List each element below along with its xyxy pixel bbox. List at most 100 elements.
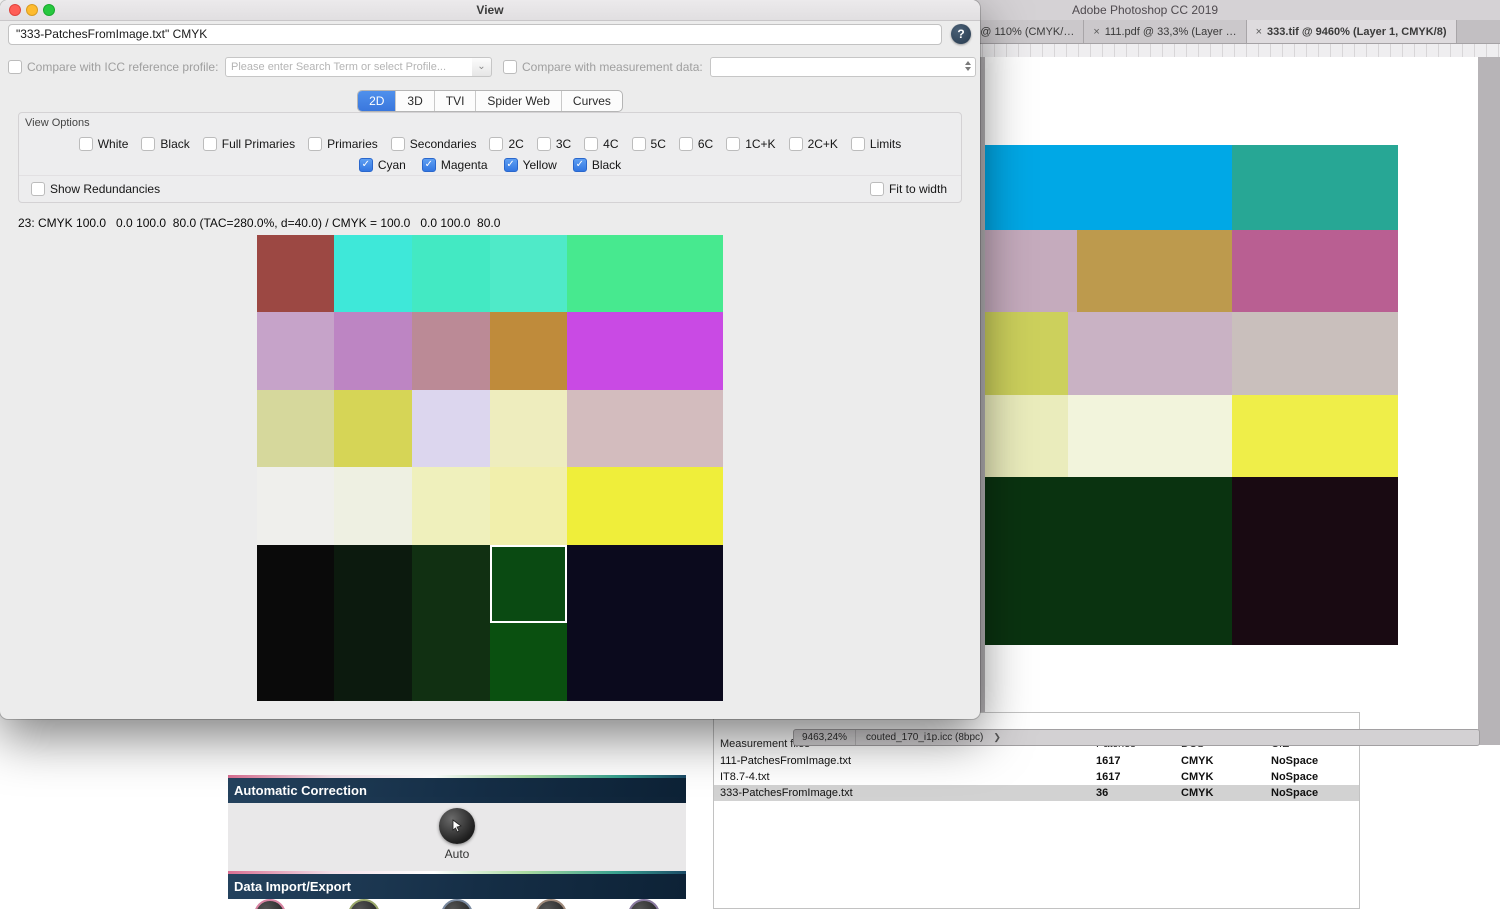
document-tab[interactable]: × 111.pdf @ 33,3% (Layer … <box>1084 20 1247 43</box>
close-button[interactable] <box>9 4 21 16</box>
profile-search-input[interactable]: Please enter Search Term or select Profi… <box>225 57 473 77</box>
checkbox-black[interactable]: Black <box>141 136 190 152</box>
color-patch[interactable] <box>412 467 490 545</box>
color-patch[interactable] <box>334 390 412 467</box>
mode-tab-spider-web[interactable]: Spider Web <box>476 91 562 111</box>
color-patch[interactable] <box>490 545 567 623</box>
checkbox-box-icon[interactable] <box>308 137 323 151</box>
measurement-file-row[interactable]: IT8.7-4.txt 1617 CMYK NoSpace <box>714 769 1359 785</box>
checkbox-box-icon[interactable] <box>489 137 504 151</box>
measurement-data-dropdown[interactable] <box>710 57 976 77</box>
color-patch[interactable] <box>412 623 490 701</box>
checkbox-box-icon[interactable] <box>850 137 865 151</box>
tab-close-icon[interactable]: × <box>1256 26 1262 38</box>
checkbox-1c-k[interactable]: 1C+K <box>726 136 776 152</box>
import-export-tool-icon[interactable] <box>534 899 567 909</box>
color-patch[interactable] <box>567 623 723 701</box>
checkbox-box-icon[interactable] <box>869 182 884 196</box>
checkbox-box-icon[interactable] <box>503 60 517 74</box>
color-patch[interactable] <box>257 312 334 390</box>
color-patch[interactable] <box>412 312 490 390</box>
checkbox-box-icon[interactable] <box>536 137 551 151</box>
checkbox-box-icon[interactable] <box>726 137 741 151</box>
checkbox-yellow[interactable]: ✓ Yellow <box>503 157 557 173</box>
color-patch[interactable] <box>412 235 490 312</box>
checkbox-box-icon[interactable] <box>788 137 803 151</box>
color-patch[interactable] <box>412 545 490 623</box>
checkbox-cyan[interactable]: ✓ Cyan <box>358 157 406 173</box>
color-patch[interactable] <box>490 467 567 545</box>
mode-tab-curves[interactable]: Curves <box>562 91 622 111</box>
checkbox-full-primaries[interactable]: Full Primaries <box>202 136 295 152</box>
color-patch[interactable] <box>257 235 334 312</box>
zoom-window-button[interactable] <box>43 4 55 16</box>
checkbox-limits[interactable]: Limits <box>850 136 901 152</box>
checkbox-white[interactable]: White <box>78 136 128 152</box>
icc-profile-checkbox[interactable]: Compare with ICC reference profile: <box>8 59 218 75</box>
checkbox-box-icon[interactable]: ✓ <box>358 158 373 172</box>
color-patch[interactable] <box>567 467 723 545</box>
show-redundancies-checkbox[interactable]: Show Redundancies <box>31 181 160 197</box>
mode-tab-3d[interactable]: 3D <box>396 91 435 111</box>
checkbox-magenta[interactable]: ✓ Magenta <box>421 157 488 173</box>
section-header-automatic-correction[interactable]: Automatic Correction <box>228 775 686 803</box>
checkbox-box-icon[interactable] <box>78 137 93 151</box>
color-patch[interactable] <box>490 312 567 390</box>
color-patch[interactable] <box>257 545 334 623</box>
document-tab[interactable]: × 333.tif @ 9460% (Layer 1, CMYK/8) <box>1246 20 1457 43</box>
checkbox-box-icon[interactable] <box>631 137 646 151</box>
checkbox-5c[interactable]: 5C <box>631 136 666 152</box>
chevron-right-icon[interactable]: ❯ <box>993 732 1001 743</box>
color-patch[interactable] <box>334 235 412 312</box>
tab-close-icon[interactable]: × <box>1093 26 1099 38</box>
auto-button[interactable] <box>439 808 475 844</box>
checkbox-black[interactable]: ✓ Black <box>572 157 621 173</box>
checkbox-secondaries[interactable]: Secondaries <box>390 136 476 152</box>
mode-tab-2d[interactable]: 2D <box>358 91 397 111</box>
checkbox-box-icon[interactable] <box>678 137 693 151</box>
checkbox-6c[interactable]: 6C <box>678 136 713 152</box>
fit-to-width-checkbox[interactable]: Fit to width <box>869 181 947 197</box>
checkbox-4c[interactable]: 4C <box>584 136 619 152</box>
color-patch[interactable] <box>334 545 412 623</box>
import-export-tool-icon[interactable] <box>441 899 473 909</box>
checkbox-2c-k[interactable]: 2C+K <box>788 136 838 152</box>
checkbox-box-icon[interactable] <box>584 137 599 151</box>
minimize-button[interactable] <box>26 4 38 16</box>
color-patch[interactable] <box>257 467 334 545</box>
import-export-tool-icon[interactable] <box>628 899 660 909</box>
color-patch[interactable] <box>567 545 723 623</box>
measurement-data-checkbox[interactable]: Compare with measurement data: <box>503 59 703 75</box>
color-patch[interactable] <box>334 467 412 545</box>
profile-dropdown-button[interactable]: ⌄ <box>472 57 492 77</box>
color-patch[interactable] <box>567 312 723 390</box>
checkbox-box-icon[interactable]: ✓ <box>572 158 587 172</box>
import-export-tool-icon[interactable] <box>254 899 286 909</box>
color-patch[interactable] <box>490 235 567 312</box>
checkbox-3c[interactable]: 3C <box>536 136 571 152</box>
section-header-data-import-export[interactable]: Data Import/Export <box>228 871 686 899</box>
color-patch[interactable] <box>334 312 412 390</box>
zoom-level-field[interactable]: 9463,24% <box>794 730 857 745</box>
checkbox-box-icon[interactable] <box>8 60 22 74</box>
color-patch[interactable] <box>490 623 567 701</box>
checkbox-box-icon[interactable] <box>31 182 45 196</box>
measurement-file-row[interactable]: 333-PatchesFromImage.txt 36 CMYK NoSpace <box>714 785 1359 801</box>
color-patch[interactable] <box>567 235 723 312</box>
color-patch[interactable] <box>567 390 723 467</box>
checkbox-box-icon[interactable] <box>202 137 217 151</box>
checkbox-box-icon[interactable] <box>390 137 405 151</box>
import-export-tool-icon[interactable] <box>347 899 380 909</box>
checkbox-box-icon[interactable] <box>141 137 156 151</box>
color-patch[interactable] <box>490 390 567 467</box>
color-patch[interactable] <box>257 623 334 701</box>
checkbox-2c[interactable]: 2C <box>489 136 524 152</box>
mode-tab-tvi[interactable]: TVI <box>435 91 477 111</box>
color-patch[interactable] <box>257 390 334 467</box>
color-patch[interactable] <box>412 390 490 467</box>
source-file-combobox[interactable]: "333-PatchesFromImage.txt" CMYK <box>8 24 942 45</box>
checkbox-box-icon[interactable]: ✓ <box>421 158 436 172</box>
help-button[interactable]: ? <box>951 24 971 44</box>
view-window-titlebar[interactable]: View <box>0 0 980 21</box>
checkbox-box-icon[interactable]: ✓ <box>503 158 518 172</box>
